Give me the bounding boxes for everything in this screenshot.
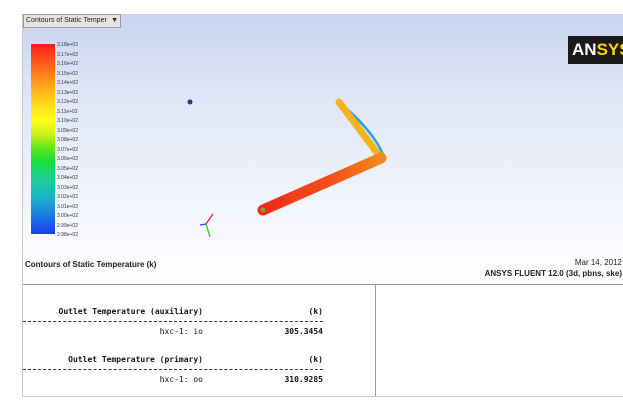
report-header-unit: (k) [308, 355, 323, 364]
report-column-divider [375, 285, 376, 396]
report-console: Outlet Temperature (auxiliary) (k) hxc-1… [23, 285, 373, 396]
report-surface-name: hxc-1: io [159, 327, 203, 336]
report-value: 305.3454 [284, 327, 323, 336]
pipe-contour-plot [184, 97, 387, 238]
report-value-row: hxc-1: io 305.3454 [23, 327, 323, 339]
report-header-row: Outlet Temperature (primary) (k) [23, 355, 323, 367]
fluent-graphics-window: Contours of Static Temper ▼ ANSYS 3.18e+… [22, 14, 623, 397]
axis-triad-icon [199, 213, 214, 238]
contour-caption: Contours of Static Temperature (k) [25, 260, 157, 269]
caption-solver-info: ANSYS FLUENT 12.0 (3d, pbns, ske) [484, 269, 622, 278]
graphics-viewport[interactable]: Contours of Static Temper ▼ ANSYS 3.18e+… [23, 14, 623, 284]
report-surface-name: hxc-1: oo [159, 375, 203, 384]
report-separator [23, 369, 323, 371]
report-header-unit: (k) [308, 307, 323, 316]
outlet-marker [260, 207, 266, 213]
inlet-marker [187, 99, 193, 105]
report-header-row: Outlet Temperature (auxiliary) (k) [23, 307, 324, 319]
report-header-name: Outlet Temperature (auxiliary) [58, 307, 204, 316]
pipe-lower-segment [257, 152, 387, 216]
report-value: 310.9285 [284, 375, 323, 384]
caption-date: Mar 14, 2012 [574, 258, 622, 267]
pipe-diagonal-segment [335, 98, 385, 162]
report-value-row: hxc-1: oo 310.9285 [23, 375, 323, 387]
report-separator [23, 321, 323, 323]
report-header-name: Outlet Temperature (primary) [68, 355, 203, 364]
